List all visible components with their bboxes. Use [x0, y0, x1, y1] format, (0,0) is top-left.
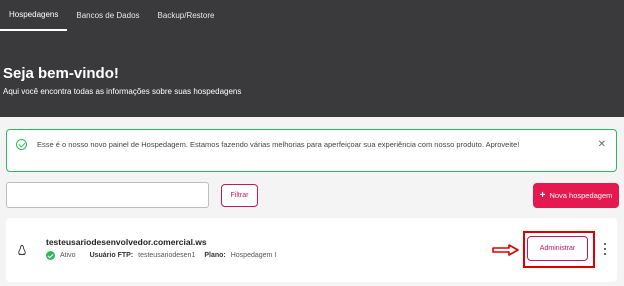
hosting-domain[interactable]: testeusariodesenvolvedor.comercial.ws: [46, 237, 207, 247]
new-hosting-button[interactable]: + Nova hospedagem: [533, 183, 619, 208]
close-icon[interactable]: ✕: [598, 140, 606, 150]
plan-value: Hospedagem I: [230, 252, 277, 259]
plan-label: Plano:: [204, 252, 226, 259]
linux-icon: [18, 245, 26, 255]
page: Hospedagens Bancos de Dados Backup/Resto…: [0, 0, 624, 286]
tab-bancos-de-dados[interactable]: Bancos de Dados: [67, 0, 148, 31]
top-nav: Hospedagens Bancos de Dados Backup/Resto…: [0, 0, 624, 31]
check-circle-icon: [16, 139, 27, 150]
status-badge: Ativo: [60, 252, 76, 259]
ftp-user-label: Usuário FTP:: [89, 252, 134, 259]
hosting-card: testeusariodesenvolvedor.comercial.ws At…: [6, 218, 617, 282]
hosting-meta: Ativo Usuário FTP: testeusariodesen1 Pla…: [46, 251, 276, 260]
search-input[interactable]: [6, 182, 209, 208]
ftp-user-value: testeusariodesen1: [138, 252, 196, 259]
arrow-right-icon: [492, 244, 519, 256]
info-notice: Esse é o nosso novo painel de Hospedagem…: [6, 129, 617, 172]
tab-backup-restore[interactable]: Backup/Restore: [149, 0, 224, 31]
notice-text: Esse é o nosso novo painel de Hospedagem…: [37, 140, 520, 149]
hero-banner: Seja bem-vindo! Aqui você encontra todas…: [0, 31, 624, 117]
page-subtitle: Aqui você encontra todas as informações …: [3, 87, 242, 96]
page-title: Seja bem-vindo!: [3, 65, 119, 82]
new-hosting-label: Nova hospedagem: [549, 191, 613, 200]
plus-icon: +: [539, 189, 546, 201]
filter-button[interactable]: Filtrar: [221, 184, 258, 207]
administrar-button[interactable]: Administrar: [527, 236, 588, 261]
kebab-menu-icon[interactable]: [603, 243, 607, 255]
status-check-icon: [46, 251, 55, 260]
tab-hospedagens[interactable]: Hospedagens: [0, 0, 68, 31]
